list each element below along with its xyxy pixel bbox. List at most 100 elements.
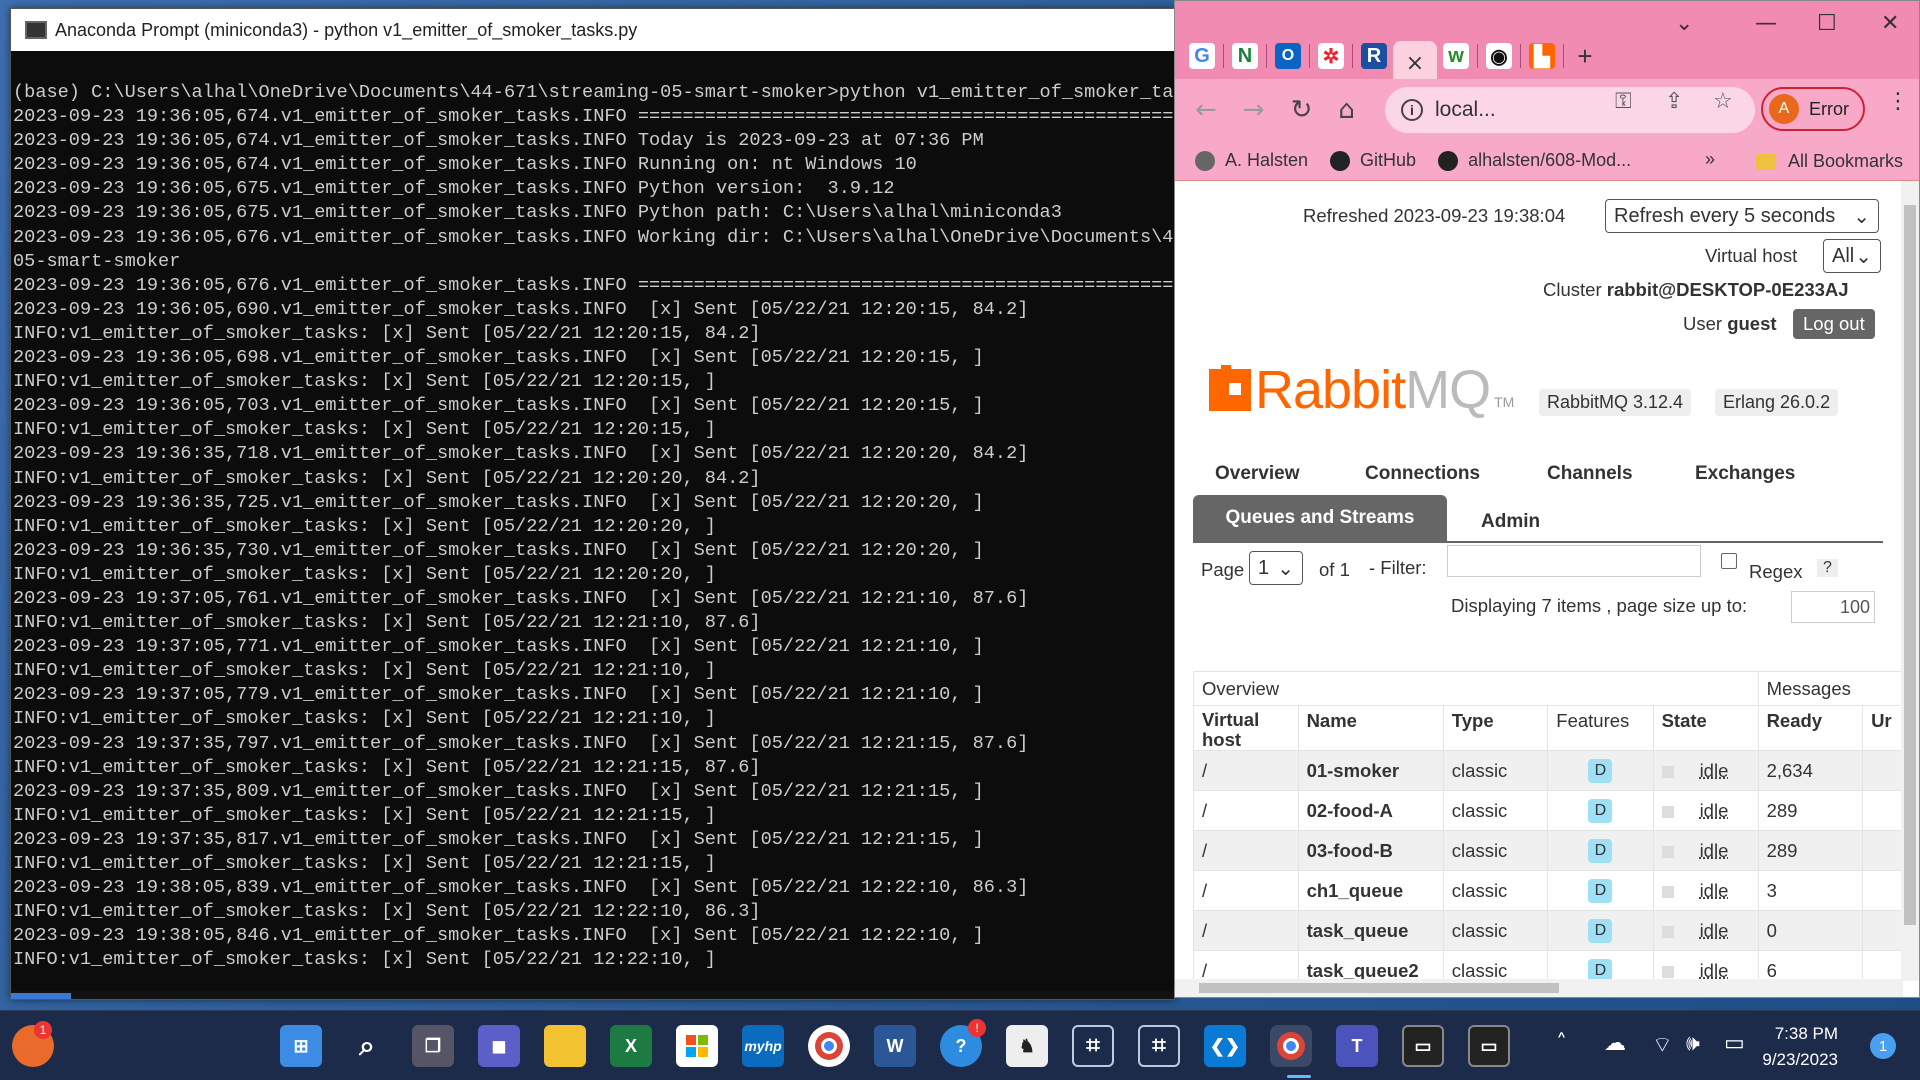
regex-checkbox[interactable]	[1721, 553, 1737, 569]
github-tab-icon[interactable]: ◉	[1486, 43, 1512, 69]
battery-icon[interactable]: ▭	[1724, 1031, 1745, 1056]
chat-icon[interactable]: ◼	[478, 1025, 520, 1067]
site-info-icon[interactable]: i	[1401, 99, 1423, 121]
table-row[interactable]: / task_queue classic Didle 0	[1193, 910, 1903, 951]
file-explorer-icon[interactable]	[544, 1025, 586, 1067]
col-name[interactable]: Name	[1297, 705, 1444, 751]
virtual-host-select[interactable]: All ⌄	[1823, 239, 1881, 273]
bookmarks-overflow-button[interactable]: »	[1705, 149, 1715, 170]
col-type[interactable]: Type	[1442, 705, 1549, 751]
google-tab-icon[interactable]: G	[1189, 43, 1215, 69]
tab-admin[interactable]: Admin	[1481, 511, 1540, 533]
app-icon[interactable]: ♞	[1006, 1025, 1048, 1067]
tab-search-chevron-icon[interactable]: ⌄	[1675, 11, 1693, 36]
chrome-active-icon[interactable]	[1270, 1025, 1312, 1067]
snip-grid-icon[interactable]: ⌗	[1072, 1025, 1114, 1067]
table-row[interactable]: / ch1_queue classic Didle 3	[1193, 870, 1903, 911]
terminal-icon[interactable]: ▭	[1402, 1025, 1444, 1067]
minimize-icon[interactable]: —	[1755, 11, 1777, 36]
rabbitmq-tab-icon[interactable]: ▙	[1529, 43, 1555, 69]
close-window-icon[interactable]: ✕	[1881, 11, 1899, 36]
tab-exchanges[interactable]: Exchanges	[1695, 463, 1795, 485]
share-icon[interactable]: ⇪	[1665, 89, 1683, 114]
table-row[interactable]: /03-food-B classic Didle 289	[1193, 830, 1903, 871]
bookmark-a-halsten[interactable]: A. Halsten	[1195, 150, 1308, 171]
col-ready[interactable]: Ready	[1757, 705, 1864, 751]
terminal-line: 2023-09-23 19:36:05,676.v1_emitter_of_sm…	[13, 226, 1174, 248]
home-icon[interactable]: ⌂	[1338, 95, 1355, 125]
filter-input[interactable]	[1447, 545, 1701, 577]
new-tab-button[interactable]: +	[1572, 41, 1598, 71]
unacked-cell	[1862, 910, 1903, 951]
page-size-input[interactable]	[1791, 591, 1875, 623]
outlook-tab-icon[interactable]: O	[1275, 43, 1301, 69]
col-virtual-host[interactable]: Virtual host	[1193, 705, 1299, 751]
page-horizontal-scrollbar[interactable]	[1175, 979, 1903, 997]
terminal-window[interactable]: Anaconda Prompt (miniconda3) - python v1…	[10, 8, 1175, 1000]
star-icon[interactable]: ☆	[1713, 89, 1733, 114]
notion-tab-icon[interactable]: N	[1232, 43, 1258, 69]
page-vertical-scrollbar[interactable]	[1901, 181, 1919, 981]
table-row[interactable]: /01-smoker classic Didle 2,634	[1193, 750, 1903, 791]
queue-name-link[interactable]: 02-food-A	[1297, 790, 1444, 831]
w-tab-icon[interactable]: w	[1443, 43, 1469, 69]
github-icon	[1438, 150, 1459, 171]
tab-channels[interactable]: Channels	[1547, 463, 1633, 485]
table-row[interactable]: /02-food-A classic Didle 289	[1193, 790, 1903, 831]
terminal-line: INFO:v1_emitter_of_smoker_tasks: [x] Sen…	[13, 708, 716, 730]
tab-queues-and-streams[interactable]: Queues and Streams	[1193, 495, 1447, 541]
search-icon[interactable]: ⌕	[346, 1025, 388, 1067]
logout-button[interactable]: Log out	[1793, 309, 1875, 339]
terminal-output[interactable]: (base) C:\Users\alhal\OneDrive\Documents…	[11, 51, 1174, 999]
word-icon[interactable]: W	[874, 1025, 916, 1067]
refresh-interval-select[interactable]: Refresh every 5 seconds ⌄	[1605, 199, 1879, 233]
terminal-title: Anaconda Prompt (miniconda3) - python v1…	[55, 19, 638, 40]
terminal-icon-2[interactable]: ▭	[1468, 1025, 1510, 1067]
terminal-scrollbar[interactable]	[11, 991, 1174, 999]
queue-name-link[interactable]: 03-food-B	[1297, 830, 1444, 871]
r-tab-icon[interactable]: R	[1361, 43, 1387, 69]
col-unacked[interactable]: Ur	[1862, 705, 1903, 751]
chrome-icon[interactable]	[808, 1025, 850, 1067]
bookmark-github[interactable]: GitHub	[1330, 150, 1416, 171]
col-state[interactable]: State	[1652, 705, 1759, 751]
task-view-icon[interactable]: ❐	[412, 1025, 454, 1067]
microsoft-store-icon[interactable]	[676, 1025, 718, 1067]
profile-error-button[interactable]: A Error	[1761, 87, 1865, 131]
notification-badge[interactable]: 1	[1870, 1033, 1896, 1059]
queue-name-link[interactable]: task_queue2	[1297, 950, 1444, 981]
queue-name-link[interactable]: ch1_queue	[1297, 870, 1444, 911]
maximize-icon[interactable]: ☐	[1817, 11, 1837, 36]
menu-kebab-icon[interactable]: ⋮	[1887, 89, 1909, 114]
start-windows-icon[interactable]: ⊞	[280, 1025, 322, 1067]
terminal-titlebar[interactable]: Anaconda Prompt (miniconda3) - python v1…	[11, 9, 1174, 51]
queue-name-link[interactable]: 01-smoker	[1297, 750, 1444, 791]
chevron-down-icon: ⌄	[1277, 557, 1294, 580]
reload-icon[interactable]: ↻	[1291, 95, 1313, 125]
regex-help-button[interactable]: ?	[1817, 559, 1838, 577]
clock[interactable]: 7:38 PM 9/23/2023	[1762, 1021, 1838, 1073]
browser-window[interactable]: G N O ✲ R × w ◉ ▙ + ⌄ — ☐ ✕ ← → ↻ ⌂ i lo…	[1174, 0, 1920, 998]
vscode-icon[interactable]: ❮❯	[1204, 1025, 1246, 1067]
cloud-icon[interactable]: ☁	[1604, 1031, 1626, 1056]
address-bar[interactable]: i local...	[1385, 87, 1755, 133]
page-select[interactable]: 1 ⌄	[1249, 551, 1303, 585]
back-arrow-icon[interactable]: ←	[1195, 95, 1217, 125]
key-icon[interactable]: ⚿	[1615, 89, 1632, 114]
tab-overview[interactable]: Overview	[1215, 463, 1300, 485]
queue-name-link[interactable]: task_queue	[1297, 910, 1444, 951]
snip-grid-icon-2[interactable]: ⌗	[1138, 1025, 1180, 1067]
all-bookmarks-button[interactable]: All Bookmarks	[1755, 151, 1903, 172]
forward-arrow-icon[interactable]: →	[1243, 95, 1265, 125]
settings-tab-icon[interactable]: ✲	[1318, 43, 1344, 69]
tab-connections[interactable]: Connections	[1365, 463, 1480, 485]
wifi-icon[interactable]: ⌔	[1652, 1031, 1673, 1059]
table-row[interactable]: / task_queue2 classic Didle 6	[1193, 950, 1903, 981]
teams-icon[interactable]: T	[1336, 1025, 1378, 1067]
col-features[interactable]: Features	[1547, 705, 1654, 751]
chevron-up-icon[interactable]: ˄	[1556, 1031, 1567, 1056]
excel-icon[interactable]: X	[610, 1025, 652, 1067]
volume-icon[interactable]: 🕪	[1686, 1031, 1700, 1056]
bookmark-608-mod[interactable]: alhalsten/608-Mod...	[1438, 150, 1631, 171]
myhp-icon[interactable]: myhp	[742, 1025, 784, 1067]
